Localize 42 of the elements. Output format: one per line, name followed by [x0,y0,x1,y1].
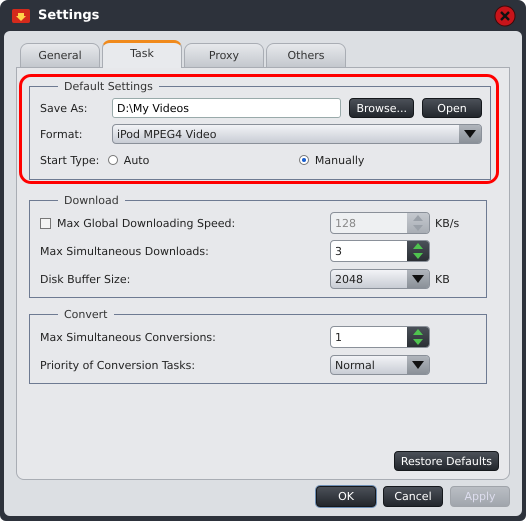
open-button[interactable]: Open [422,98,482,118]
group-legend: Default Settings [58,80,159,93]
field-label: Max Global Downloading Speed: [57,216,236,230]
dialog-button[interactable]: OK [316,486,376,507]
close-icon[interactable] [494,4,516,26]
tab[interactable]: Task [102,40,182,68]
field-label: Save As: [40,102,88,114]
radio-button[interactable] [298,155,309,165]
tab[interactable]: Proxy [184,43,264,67]
group-legend: Download [58,194,125,207]
dialog-button[interactable]: Cancel [383,486,443,507]
radio-label: Manually [314,154,364,166]
up-arrow-icon[interactable] [413,329,423,335]
field-label: Priority of Conversion Tasks: [40,358,196,372]
unit-label: KB [435,272,450,286]
app-logo-icon [12,8,30,22]
dropdown[interactable]: Normal [330,355,430,375]
restore-defaults-button[interactable]: Restore Defaults [394,451,499,471]
spin-box[interactable]: 1 [330,326,430,348]
dropdown-arrow-icon [412,361,424,369]
spin-box[interactable]: 3 [330,240,430,262]
browse-button[interactable]: Browse... [349,98,414,118]
field-label: Disk Buffer Size: [40,272,130,286]
radio-button[interactable] [108,155,118,165]
save-path-field[interactable]: D:\My Videos [112,98,342,118]
field-label: Max Simultaneous Downloads: [40,244,209,258]
dropdown[interactable]: 2048 [330,269,430,289]
field-label: Start Type: [40,154,100,166]
unit-label: KB/s [435,216,460,230]
radio-label: Auto [124,154,150,166]
up-arrow-icon[interactable] [413,243,423,249]
tab[interactable]: General [20,43,100,67]
down-arrow-icon[interactable] [413,339,423,345]
tab[interactable]: Others [266,43,346,67]
down-arrow-icon[interactable] [413,253,423,259]
format-dropdown[interactable]: iPod MPEG4 Video [112,124,482,144]
window-title: Settings [38,8,100,23]
group-legend: Convert [58,308,114,321]
field-label: Max Simultaneous Conversions: [40,330,216,344]
field-label: Format: [40,128,84,140]
dropdown-arrow-icon [412,275,424,283]
dropdown-arrow-icon [464,130,476,138]
